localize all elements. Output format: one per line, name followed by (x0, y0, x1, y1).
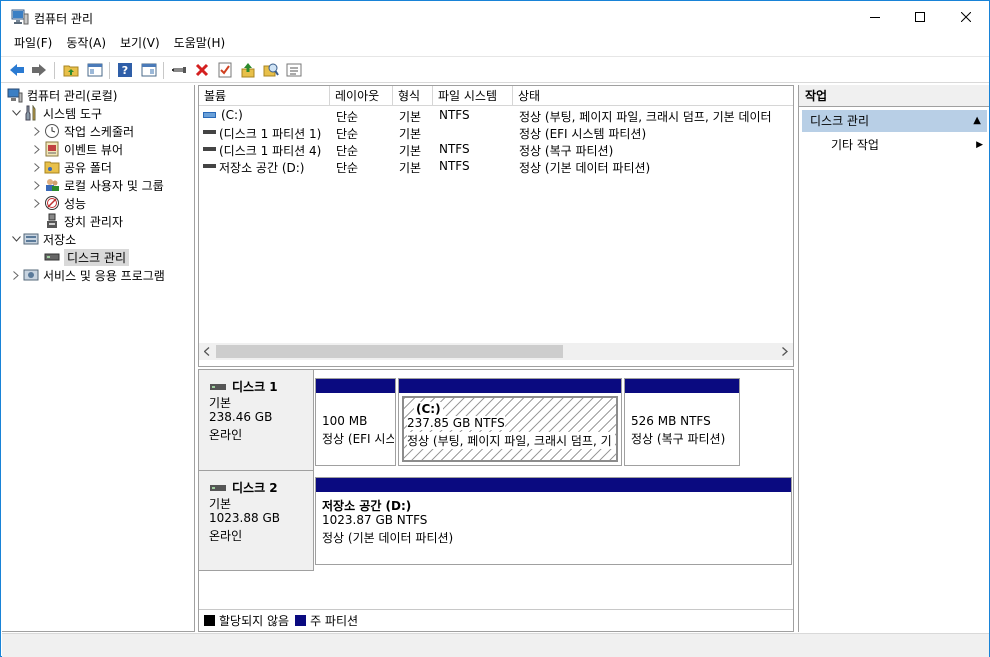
console-view-icon[interactable] (139, 60, 159, 80)
partition-efi[interactable]: 100 MB 정상 (EFI 시스 (315, 378, 396, 466)
computer-management-icon (7, 87, 23, 103)
tree-item-shared-folders[interactable]: 공유 폴더 (30, 158, 112, 176)
disk-2-label[interactable]: 디스크 2 기본 1023.88 GB 온라인 (199, 471, 314, 571)
scrollbar-thumb[interactable] (216, 345, 563, 358)
chevron-right-icon[interactable] (30, 196, 44, 210)
storage-icon (23, 231, 39, 247)
chevron-right-icon[interactable] (9, 268, 23, 282)
chevron-down-icon[interactable] (9, 106, 23, 120)
column-header-type[interactable]: 형식 (393, 86, 433, 106)
forward-icon[interactable] (29, 60, 49, 80)
chevron-right-icon[interactable] (30, 178, 44, 192)
maximize-button[interactable] (897, 1, 943, 32)
chevron-down-icon[interactable] (9, 232, 23, 246)
tree-item-event-viewer[interactable]: 이벤트 뷰어 (30, 140, 123, 158)
connect-icon[interactable] (169, 60, 189, 80)
chevron-right-icon[interactable] (30, 160, 44, 174)
table-row[interactable]: (디스크 1 파티션 4) 단순 기본 NTFS 정상 (복구 파티션) (199, 141, 793, 158)
menu-help[interactable]: 도움말(H) (167, 32, 233, 54)
menu-file[interactable]: 파일(F) (7, 32, 59, 54)
tree-item-performance[interactable]: 성능 (30, 194, 86, 212)
menu-view[interactable]: 보기(V) (113, 32, 167, 54)
menu-action[interactable]: 동작(A) (59, 32, 113, 54)
table-row[interactable]: (C:) 단순 기본 NTFS 정상 (부팅, 페이지 파일, 크래시 덤프, … (199, 107, 793, 124)
tree-item-local-users[interactable]: 로컬 사용자 및 그룹 (30, 176, 164, 194)
disk-icon (210, 484, 226, 491)
scroll-left-icon[interactable] (204, 347, 210, 356)
clock-icon (44, 123, 60, 139)
partition-d[interactable]: 저장소 공간 (D:) 1023.87 GB NTFS 정상 (기본 데이터 파… (315, 477, 792, 565)
status-bar (2, 633, 989, 657)
show-hide-tree-icon[interactable] (85, 60, 105, 80)
up-folder-icon[interactable] (61, 60, 81, 80)
title-bar: 컴퓨터 관리 (1, 1, 989, 32)
window-title: 컴퓨터 관리 (34, 12, 94, 26)
volume-list: 볼륨 레이아웃 형식 파일 시스템 상태 (C:) 단순 기본 NTFS 정상 … (198, 85, 794, 367)
table-row[interactable]: (디스크 1 파티션 1) 단순 기본 정상 (EFI 시스템 파티션) (199, 124, 793, 141)
volume-icon (203, 130, 216, 134)
legend-unallocated-swatch (204, 615, 215, 626)
computer-management-window: 컴퓨터 관리 파일(F) 동작(A) 보기(V) 도움말(H) ? 컴퓨터 관리… (0, 0, 990, 657)
table-row[interactable]: 저장소 공간 (D:) 단순 기본 NTFS 정상 (기본 데이터 파티션) (199, 158, 793, 175)
shared-folder-icon (44, 159, 60, 175)
delete-icon[interactable] (192, 60, 212, 80)
tools-icon (23, 105, 39, 121)
menu-bar: 파일(F) 동작(A) 보기(V) 도움말(H) (1, 32, 989, 54)
list-view-icon[interactable] (284, 60, 304, 80)
navigation-tree: 컴퓨터 관리(로컬) 시스템 도구 작업 스케줄러 이벤트 뷰어 공유 폴더 로… (2, 85, 195, 632)
volume-icon (203, 147, 216, 151)
volume-icon (203, 112, 216, 118)
svg-text:?: ? (122, 64, 128, 77)
tree-label: 컴퓨터 관리(로컬) (27, 88, 118, 103)
tree-item-storage[interactable]: 저장소 (9, 230, 76, 248)
legend-primary: 주 파티션 (310, 614, 359, 628)
legend: 할당되지 않음 주 파티션 (199, 609, 793, 631)
tree-item-disk-management[interactable]: 디스크 관리 (44, 248, 130, 266)
properties-check-icon[interactable] (215, 60, 235, 80)
disk-icon (210, 383, 226, 390)
column-header-filesystem[interactable]: 파일 시스템 (433, 86, 513, 106)
minimize-button[interactable] (852, 1, 898, 32)
partition-c[interactable]: (C:) 237.85 GB NTFS 정상 (부팅, 페이지 파일, 크래시 … (398, 378, 622, 466)
close-button[interactable] (943, 1, 989, 32)
back-icon[interactable] (7, 60, 27, 80)
column-header-volume[interactable]: 볼륨 (199, 86, 330, 106)
performance-icon (44, 195, 60, 211)
volume-icon (203, 164, 216, 168)
collapse-up-icon[interactable]: ▲ (973, 110, 981, 132)
partition-recovery[interactable]: 526 MB NTFS 정상 (복구 파티션) (624, 378, 740, 466)
import-icon[interactable] (238, 60, 258, 80)
device-manager-icon (44, 213, 60, 229)
disk-graphical-view: 디스크 1 기본 238.46 GB 온라인 100 MB 정상 (EFI 시스… (198, 369, 794, 632)
column-header-status[interactable]: 상태 (513, 86, 793, 106)
more-actions-item[interactable]: 기타 작업 ▶ (831, 136, 987, 154)
disk-1-label[interactable]: 디스크 1 기본 238.46 GB 온라인 (199, 370, 314, 471)
users-icon (44, 177, 60, 193)
actions-section-disk-management[interactable]: 디스크 관리 ▲ (802, 110, 987, 132)
help-icon[interactable]: ? (115, 60, 135, 80)
horizontal-scrollbar[interactable] (199, 343, 793, 360)
event-log-icon (44, 141, 60, 157)
tree-item-system-tools[interactable]: 시스템 도구 (9, 104, 102, 122)
legend-primary-swatch (295, 615, 307, 626)
computer-management-icon (11, 9, 29, 25)
tree-item-services[interactable]: 서비스 및 응용 프로그램 (9, 266, 165, 284)
submenu-arrow-icon: ▶ (976, 140, 983, 150)
tree-item-root[interactable]: 컴퓨터 관리(로컬) (7, 86, 117, 104)
legend-unallocated: 할당되지 않음 (219, 614, 290, 628)
scroll-right-icon[interactable] (782, 347, 788, 356)
tree-item-task-scheduler[interactable]: 작업 스케줄러 (30, 122, 134, 140)
services-icon (23, 267, 39, 283)
tree-item-device-manager[interactable]: 장치 관리자 (44, 212, 123, 230)
search-disk-icon[interactable] (261, 60, 281, 80)
toolbar: ? (1, 56, 989, 83)
chevron-right-icon[interactable] (30, 124, 44, 138)
column-header-layout[interactable]: 레이아웃 (330, 86, 393, 106)
chevron-right-icon[interactable] (30, 142, 44, 156)
actions-header: 작업 (799, 85, 989, 107)
actions-pane: 작업 디스크 관리 ▲ 기타 작업 ▶ (798, 85, 989, 632)
disk-icon (44, 249, 60, 265)
